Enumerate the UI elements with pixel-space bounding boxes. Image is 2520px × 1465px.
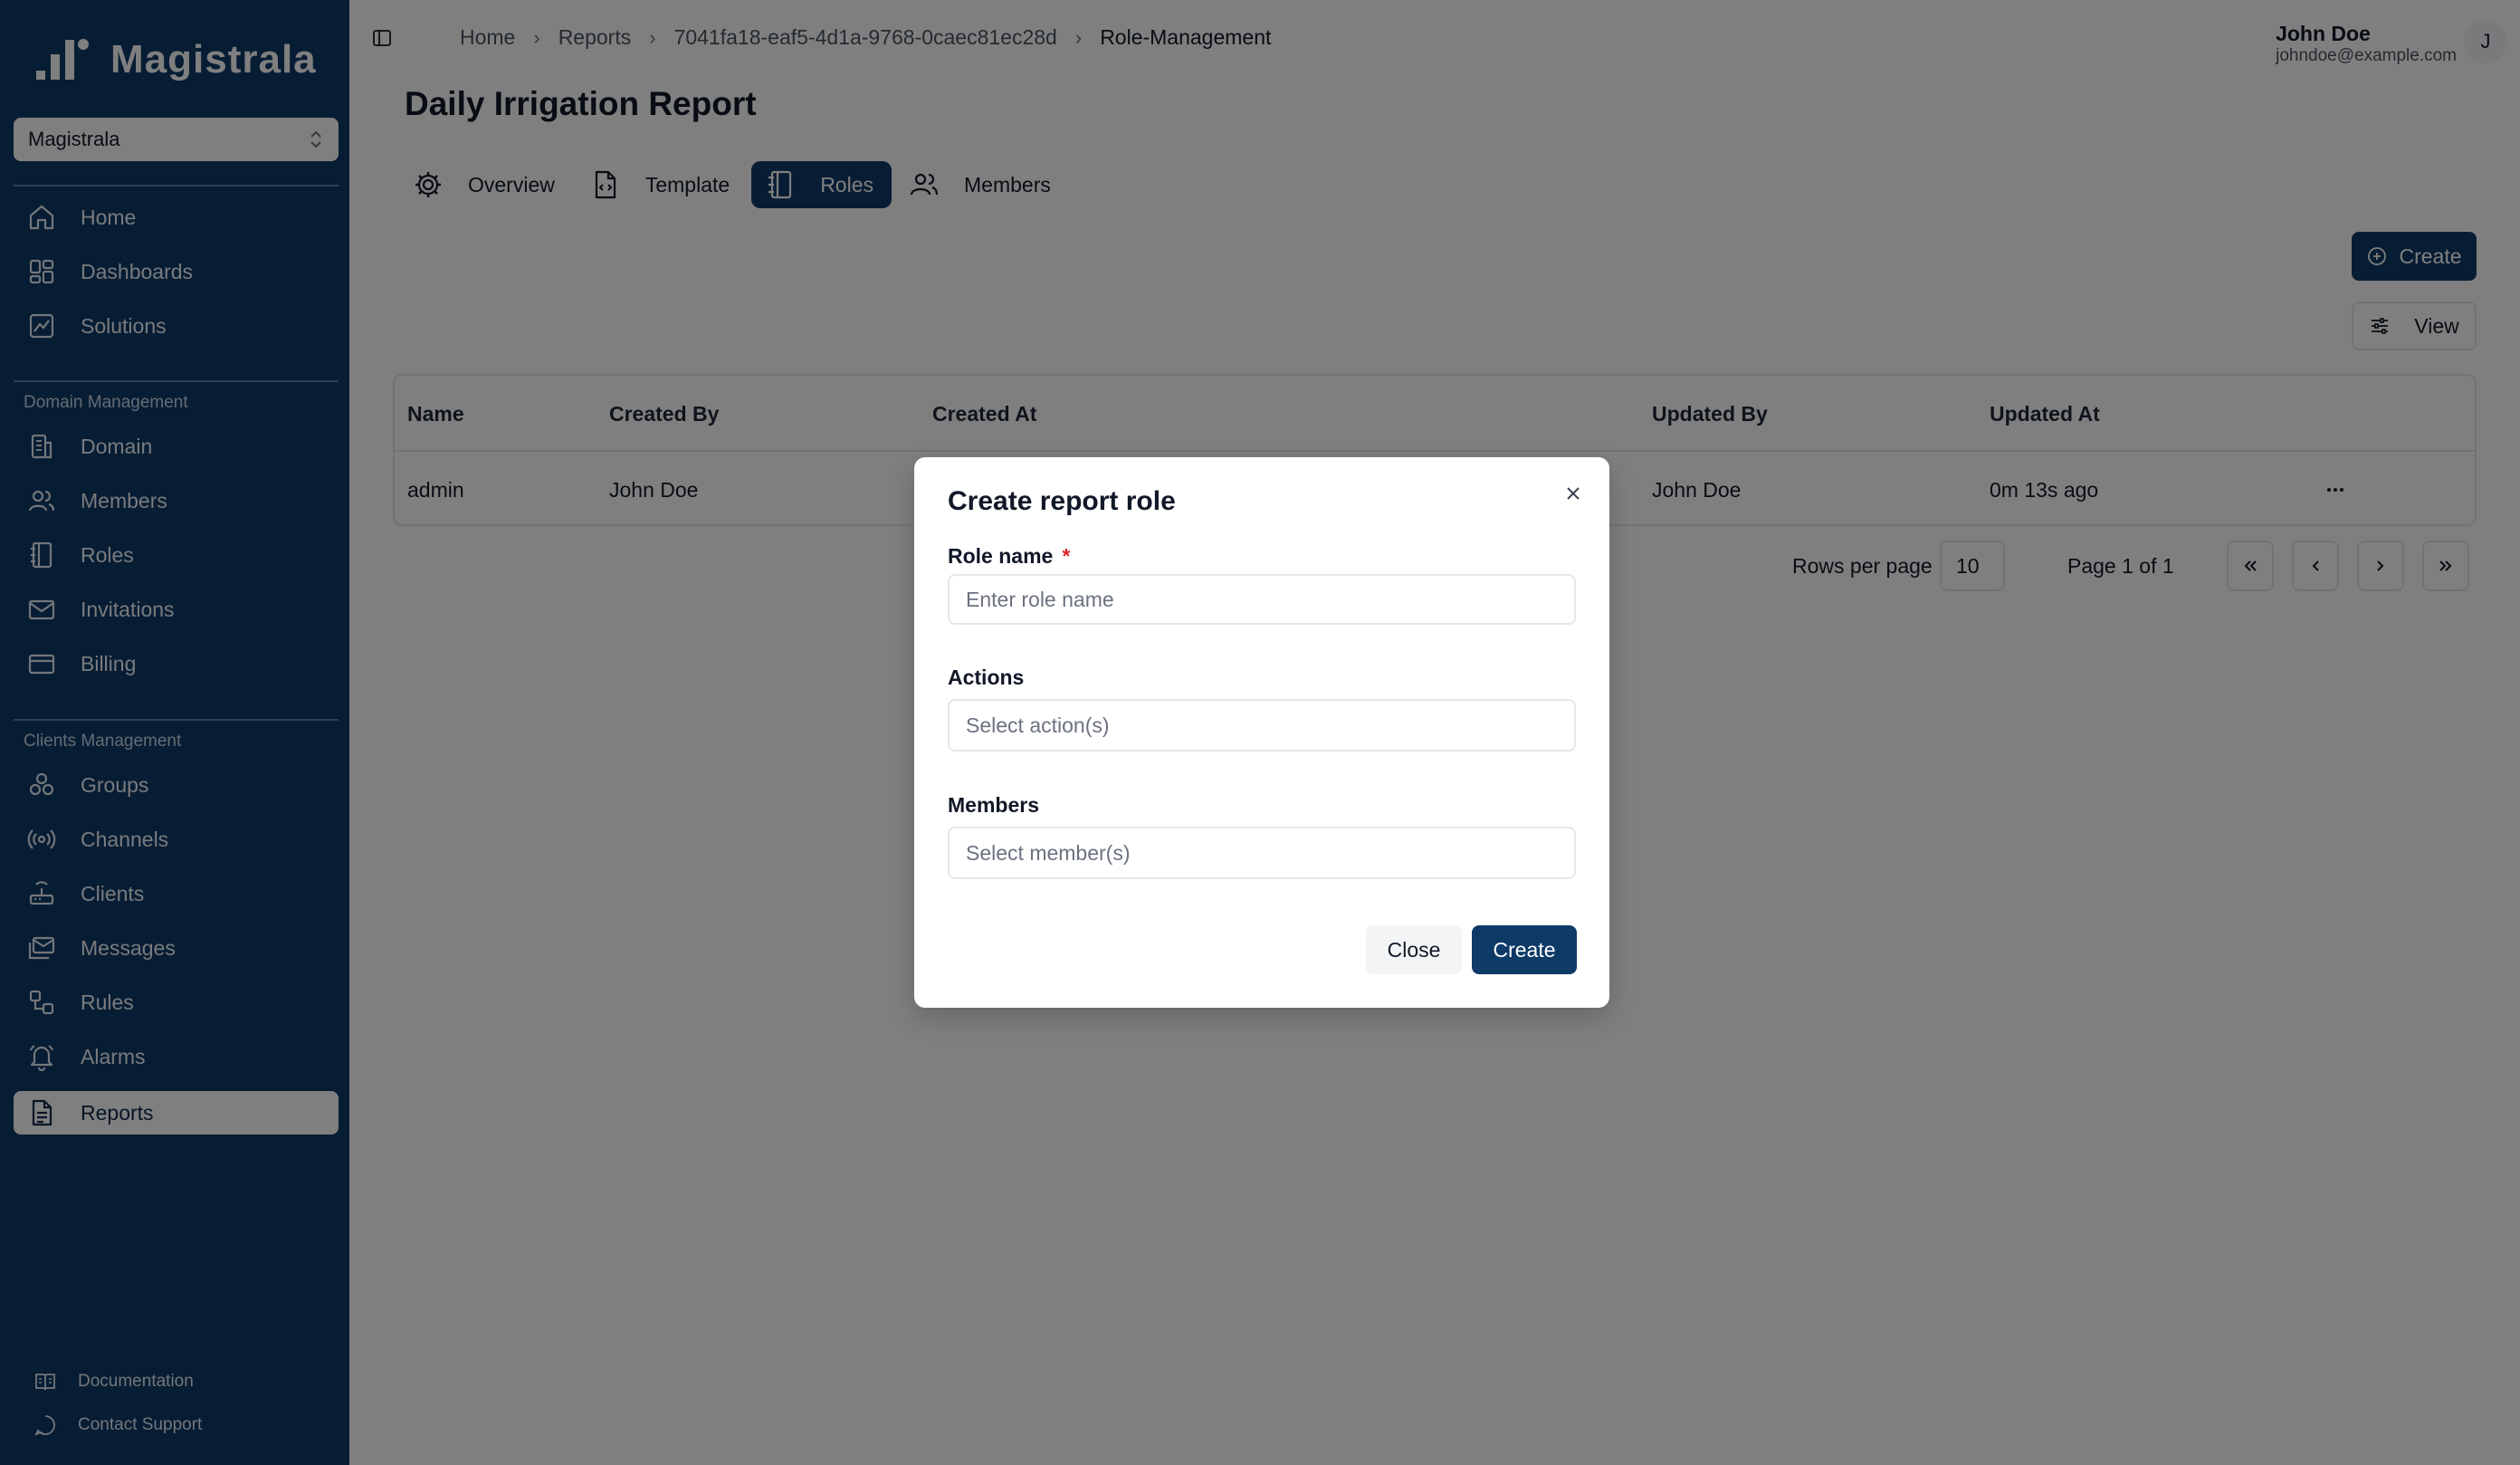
actions-placeholder: Select action(s) <box>966 713 1110 737</box>
role-name-field[interactable] <box>948 574 1576 625</box>
members-multiselect[interactable]: Select member(s) <box>948 827 1576 879</box>
actions-label: Actions <box>948 665 1025 689</box>
role-name-label: Role name * <box>948 544 1070 569</box>
role-name-label-text: Role name <box>948 544 1054 568</box>
actions-multiselect[interactable]: Select action(s) <box>948 699 1576 752</box>
role-name-input[interactable] <box>966 587 1574 612</box>
dialog-create-button[interactable]: Create <box>1472 925 1577 974</box>
dialog-cancel-button[interactable]: Close <box>1366 925 1462 974</box>
members-placeholder: Select member(s) <box>966 840 1131 865</box>
create-role-dialog: Create report role Role name * Actions Se… <box>914 457 1609 1008</box>
dialog-close-button[interactable] <box>1561 481 1586 506</box>
close-icon <box>1567 487 1580 500</box>
required-indicator: * <box>1062 544 1071 568</box>
members-label: Members <box>948 793 1039 817</box>
dialog-title: Create report role <box>948 486 1176 516</box>
